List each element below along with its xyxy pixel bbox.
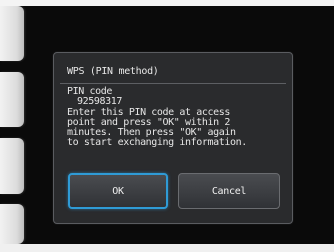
side-tab-2 <box>0 72 24 127</box>
cancel-button[interactable]: Cancel <box>178 173 280 209</box>
title-divider <box>60 83 286 84</box>
dialog-content: PIN code 92598317 Enter this PIN code at… <box>67 87 287 148</box>
wps-pin-dialog: WPS (PIN method) PIN code 92598317 Enter… <box>53 52 293 224</box>
pin-code-value: 92598317 <box>77 96 122 107</box>
side-tab-4 <box>0 204 24 244</box>
camera-screen: WPS (PIN method) PIN code 92598317 Enter… <box>0 0 334 252</box>
side-tab-3 <box>0 138 24 194</box>
dialog-title: WPS (PIN method) <box>67 66 159 77</box>
ok-button[interactable]: OK <box>68 173 168 209</box>
side-tab-1 <box>0 6 24 61</box>
screen-bezel-top <box>0 0 334 6</box>
instruction-message: Enter this PIN code at access point and … <box>67 107 247 148</box>
screen-bezel-bottom <box>0 244 334 252</box>
